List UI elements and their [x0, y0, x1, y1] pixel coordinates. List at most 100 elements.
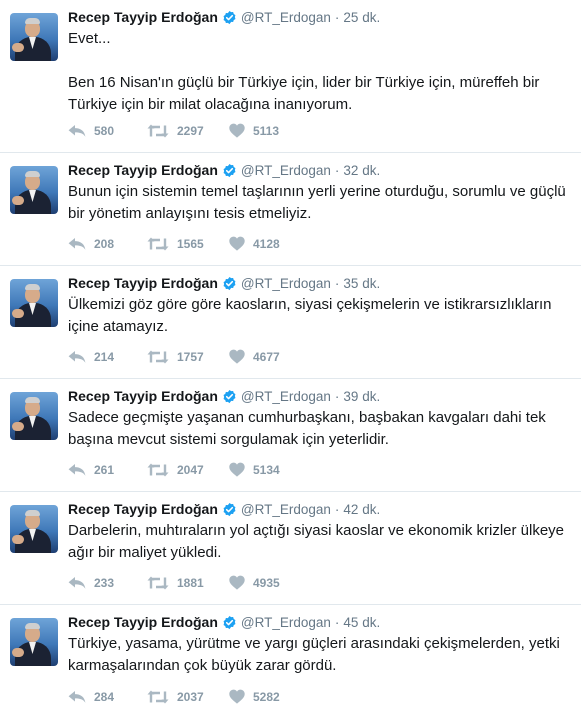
tweet-actions: 233 1881 4935 — [68, 575, 280, 590]
reply-count: 208 — [94, 236, 115, 251]
retweet-count: 2297 — [177, 123, 204, 138]
like-button[interactable]: 4935 — [229, 575, 280, 590]
tweet[interactable]: Recep Tayyip Erdoğan @RT_Erdogan · 42 dk… — [0, 492, 581, 605]
like-button[interactable]: 4677 — [229, 349, 280, 364]
verified-badge-icon — [222, 163, 237, 178]
author-handle[interactable]: @RT_Erdogan — [241, 502, 331, 517]
retweet-icon — [147, 463, 169, 477]
tweet[interactable]: Recep Tayyip Erdoğan @RT_Erdogan · 45 dk… — [0, 605, 581, 711]
reply-button[interactable]: 208 — [68, 237, 147, 251]
retweet-icon — [147, 576, 169, 590]
like-button[interactable]: 5282 — [229, 689, 280, 704]
reply-button[interactable]: 580 — [68, 124, 147, 138]
tweet-timestamp[interactable]: 25 dk. — [343, 10, 380, 25]
header-separator: · — [334, 162, 340, 178]
like-count: 4935 — [253, 575, 280, 590]
retweet-button[interactable]: 1757 — [147, 350, 229, 364]
author-handle[interactable]: @RT_Erdogan — [241, 389, 331, 404]
heart-icon — [229, 575, 245, 590]
tweet[interactable]: Recep Tayyip Erdoğan @RT_Erdogan · 39 dk… — [0, 379, 581, 492]
header-separator: · — [334, 388, 340, 404]
like-count: 5282 — [253, 689, 280, 704]
reply-icon — [68, 690, 86, 704]
avatar[interactable] — [10, 392, 58, 440]
tweet-header: Recep Tayyip Erdoğan @RT_Erdogan · 39 dk… — [68, 387, 571, 405]
header-separator: · — [334, 9, 340, 25]
author-name[interactable]: Recep Tayyip Erdoğan — [68, 501, 218, 517]
author-handle[interactable]: @RT_Erdogan — [241, 10, 331, 25]
verified-badge-icon — [222, 389, 237, 404]
tweet-actions: 284 2037 5282 — [68, 689, 280, 704]
retweet-button[interactable]: 2047 — [147, 463, 229, 477]
tweet-text: Sadece geçmişte yaşanan cumhurbaşkanı, b… — [68, 409, 550, 448]
heart-icon — [229, 689, 245, 704]
tweet-text: Ülkemizi göz göre göre kaosların, siyasi… — [68, 296, 556, 335]
tweet[interactable]: Recep Tayyip Erdoğan @RT_Erdogan · 25 dk… — [0, 0, 581, 153]
header-separator: · — [334, 501, 340, 517]
retweet-button[interactable]: 2037 — [147, 690, 229, 704]
heart-icon — [229, 349, 245, 364]
tweet-actions: 208 1565 4128 — [68, 236, 280, 251]
reply-icon — [68, 576, 86, 590]
avatar[interactable] — [10, 13, 58, 61]
avatar[interactable] — [10, 505, 58, 553]
tweet-header: Recep Tayyip Erdoğan @RT_Erdogan · 32 dk… — [68, 161, 571, 179]
like-button[interactable]: 5134 — [229, 462, 280, 477]
author-name[interactable]: Recep Tayyip Erdoğan — [68, 614, 218, 630]
like-button[interactable]: 4128 — [229, 236, 280, 251]
retweet-icon — [147, 124, 169, 138]
author-name[interactable]: Recep Tayyip Erdoğan — [68, 388, 218, 404]
tweet[interactable]: Recep Tayyip Erdoğan @RT_Erdogan · 32 dk… — [0, 153, 581, 266]
retweet-button[interactable]: 1881 — [147, 576, 229, 590]
reply-button[interactable]: 233 — [68, 576, 147, 590]
retweet-icon — [147, 237, 169, 251]
author-handle[interactable]: @RT_Erdogan — [241, 615, 331, 630]
reply-button[interactable]: 261 — [68, 463, 147, 477]
reply-icon — [68, 237, 86, 251]
retweet-icon — [147, 350, 169, 364]
reply-count: 261 — [94, 462, 115, 477]
verified-badge-icon — [222, 502, 237, 517]
like-count: 5134 — [253, 462, 280, 477]
author-name[interactable]: Recep Tayyip Erdoğan — [68, 9, 218, 25]
tweet[interactable]: Recep Tayyip Erdoğan @RT_Erdogan · 35 dk… — [0, 266, 581, 379]
retweet-button[interactable]: 2297 — [147, 124, 229, 138]
like-button[interactable]: 5113 — [229, 123, 279, 138]
tweet-timestamp[interactable]: 42 dk. — [343, 502, 380, 517]
heart-icon — [229, 123, 245, 138]
retweet-button[interactable]: 1565 — [147, 237, 229, 251]
author-handle[interactable]: @RT_Erdogan — [241, 163, 331, 178]
heart-icon — [229, 462, 245, 477]
avatar[interactable] — [10, 166, 58, 214]
reply-icon — [68, 463, 86, 477]
tweet-timestamp[interactable]: 32 dk. — [343, 163, 380, 178]
tweet-timestamp[interactable]: 45 dk. — [343, 615, 380, 630]
avatar[interactable] — [10, 618, 58, 666]
like-count: 4677 — [253, 349, 280, 364]
tweet-header: Recep Tayyip Erdoğan @RT_Erdogan · 45 dk… — [68, 613, 571, 631]
reply-count: 233 — [94, 575, 115, 590]
tweet-text: Evet... Ben 16 Nisan'ın güçlü bir Türkiy… — [68, 30, 540, 113]
reply-icon — [68, 124, 86, 138]
retweet-count: 2047 — [177, 462, 204, 477]
tweet-timestamp[interactable]: 39 dk. — [343, 389, 380, 404]
retweet-count: 1565 — [177, 236, 204, 251]
author-name[interactable]: Recep Tayyip Erdoğan — [68, 162, 218, 178]
tweet-text: Türkiye, yasama, yürütme ve yargı güçler… — [68, 635, 565, 674]
tweet-text: Darbelerin, muhtıraların yol açtığı siya… — [68, 522, 569, 561]
reply-button[interactable]: 284 — [68, 690, 147, 704]
heart-icon — [229, 236, 245, 251]
tweet-header: Recep Tayyip Erdoğan @RT_Erdogan · 42 dk… — [68, 500, 571, 518]
avatar[interactable] — [10, 279, 58, 327]
author-handle[interactable]: @RT_Erdogan — [241, 276, 331, 291]
tweet-timestamp[interactable]: 35 dk. — [343, 276, 380, 291]
tweet-text: Bunun için sistemin temel taşlarının yer… — [68, 183, 570, 222]
tweet-timeline: Recep Tayyip Erdoğan @RT_Erdogan · 25 dk… — [0, 0, 581, 711]
retweet-count: 2037 — [177, 689, 204, 704]
retweet-count: 1757 — [177, 349, 204, 364]
author-name[interactable]: Recep Tayyip Erdoğan — [68, 275, 218, 291]
retweet-icon — [147, 690, 169, 704]
reply-button[interactable]: 214 — [68, 350, 147, 364]
verified-badge-icon — [222, 276, 237, 291]
tweet-header: Recep Tayyip Erdoğan @RT_Erdogan · 25 dk… — [68, 8, 571, 26]
